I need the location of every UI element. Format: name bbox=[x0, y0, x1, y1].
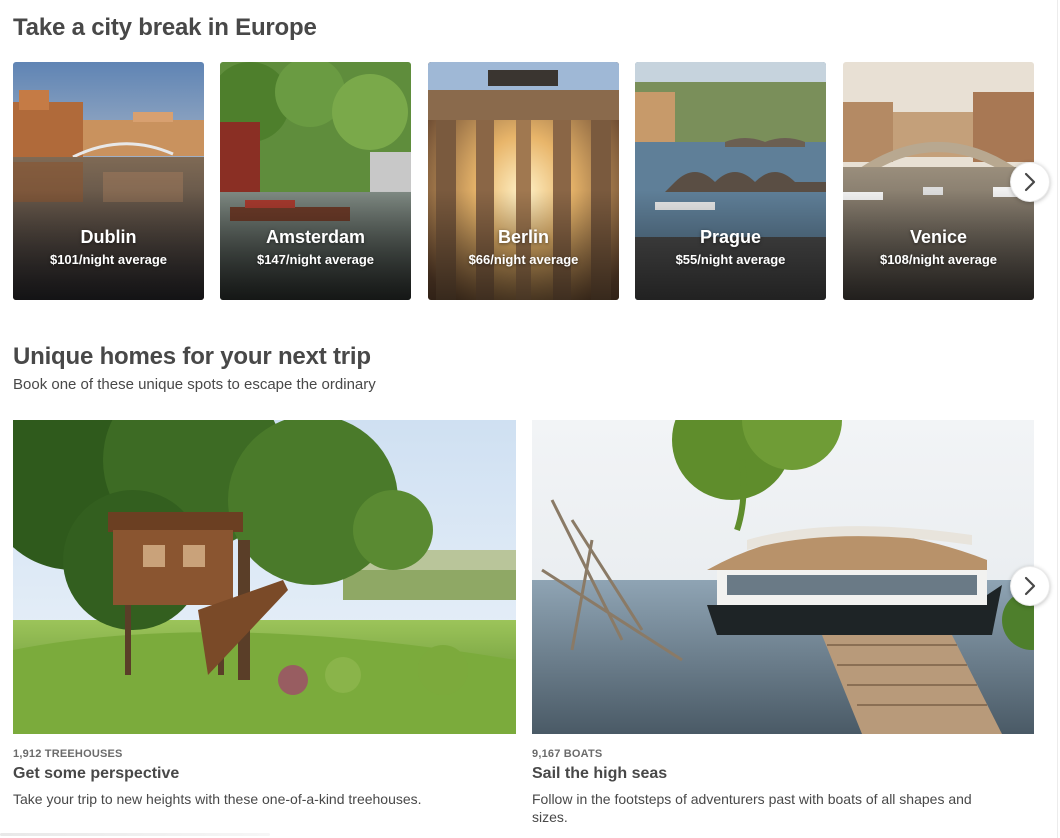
bottom-divider bbox=[0, 833, 270, 836]
home-card-kicker: 1,912 TREEHOUSES bbox=[13, 748, 123, 760]
homes-carousel-next-button[interactable] bbox=[1010, 566, 1050, 606]
city-carousel-next-button[interactable] bbox=[1010, 162, 1050, 202]
home-card-description: Follow in the footsteps of adventurers p… bbox=[532, 791, 972, 825]
city-price: $101/night average bbox=[49, 252, 168, 267]
city-name: Prague bbox=[699, 227, 762, 247]
chevron-right-icon bbox=[1024, 172, 1036, 192]
home-card-title: Sail the high seas bbox=[532, 765, 668, 782]
city-name: Dublin bbox=[80, 227, 137, 247]
city-price: $55/night average bbox=[675, 252, 786, 267]
city-section-title: Take a city break in Europe bbox=[13, 14, 317, 41]
city-card-venice[interactable]: Venice $108/night average bbox=[843, 62, 1034, 300]
city-price: $147/night average bbox=[256, 252, 375, 267]
home-card-title: Get some perspective bbox=[13, 765, 180, 782]
city-price: $66/night average bbox=[468, 252, 579, 267]
city-name: Amsterdam bbox=[265, 227, 366, 247]
city-price: $108/night average bbox=[879, 252, 998, 267]
city-name: Berlin bbox=[497, 227, 549, 247]
treehouse-photo bbox=[13, 420, 516, 734]
boat-photo bbox=[532, 420, 1034, 734]
home-card-kicker: 9,167 BOATS bbox=[532, 748, 603, 760]
homes-section-subtitle: Book one of these unique spots to escape… bbox=[13, 376, 376, 393]
city-card-berlin[interactable]: Berlin $66/night average bbox=[428, 62, 619, 300]
page: Take a city break in Europe Dublin $101/… bbox=[0, 0, 1060, 838]
city-card-prague[interactable]: Prague $55/night average bbox=[635, 62, 826, 300]
homes-section-title: Unique homes for your next trip bbox=[13, 343, 371, 370]
page-edge-divider bbox=[1057, 0, 1058, 838]
chevron-right-icon bbox=[1024, 576, 1036, 596]
city-card-amsterdam[interactable]: Amsterdam $147/night average bbox=[220, 62, 411, 300]
city-name: Venice bbox=[909, 227, 968, 247]
city-card-dublin[interactable]: Dublin $101/night average bbox=[13, 62, 204, 300]
home-card-treehouses[interactable]: 1,912 TREEHOUSES Get some perspective Ta… bbox=[13, 420, 516, 808]
home-card-description: Take your trip to new heights with these… bbox=[13, 791, 422, 807]
home-card-boats[interactable]: 9,167 BOATS Sail the high seas Follow in… bbox=[532, 420, 1034, 826]
